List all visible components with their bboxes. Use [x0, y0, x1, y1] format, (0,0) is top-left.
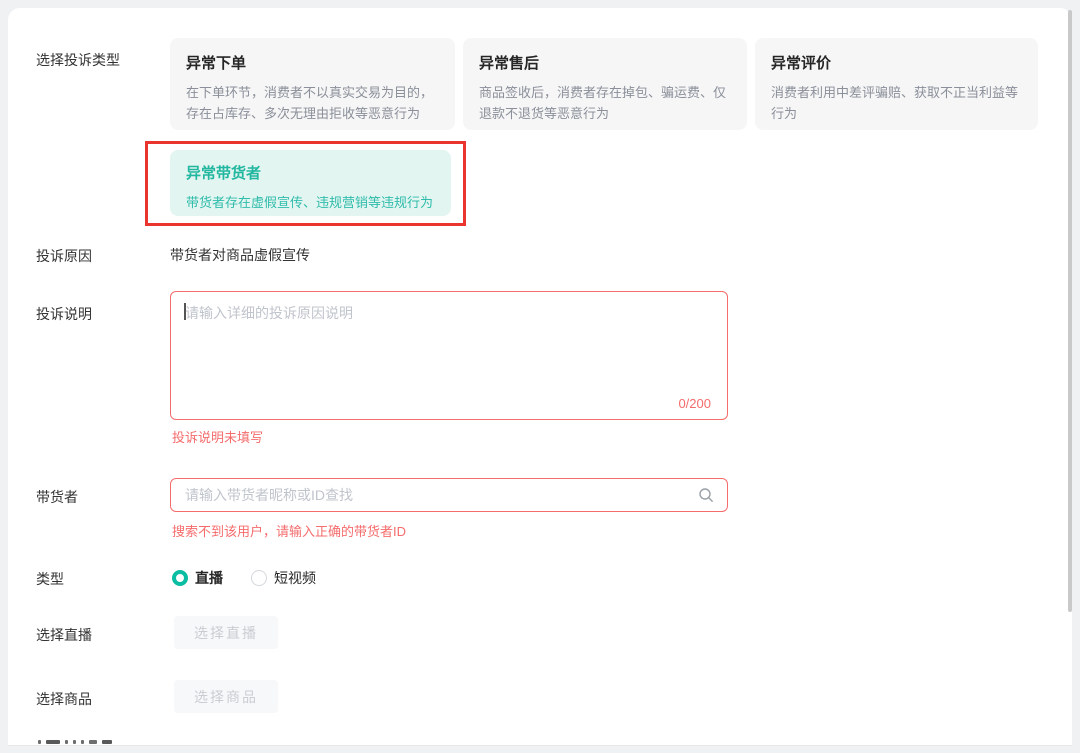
- type-radio-group: 直播 短视频: [172, 568, 316, 588]
- select-product-button[interactable]: 选择商品: [174, 680, 278, 713]
- complaint-type-label: 选择投诉类型: [36, 52, 120, 68]
- radio-label: 直播: [195, 570, 223, 586]
- text-caret: [184, 303, 186, 320]
- complaint-desc-textarea[interactable]: [171, 292, 727, 392]
- select-live-button[interactable]: 选择直播: [174, 616, 278, 649]
- card-title: 异常下单: [186, 55, 247, 72]
- promoter-search-input[interactable]: [171, 487, 698, 503]
- promoter-error: 搜索不到该用户，请输入正确的带货者ID: [172, 524, 407, 539]
- complaint-reason-label: 投诉原因: [36, 248, 92, 264]
- radio-label: 短视频: [274, 570, 316, 586]
- card-abnormal-aftersale[interactable]: 异常售后 商品签收后，消费者存在掉包、骗运费、仅退款不退货等恶意行为: [463, 38, 747, 130]
- complaint-desc-error: 投诉说明未填写: [172, 430, 264, 445]
- card-desc: 消费者利用中差评骗赔、获取不正当利益等行为: [771, 85, 1019, 121]
- complaint-desc-label: 投诉说明: [36, 306, 92, 322]
- type-label: 类型: [36, 571, 64, 587]
- select-product-label: 选择商品: [36, 691, 92, 707]
- clipped-next-row-fragment: [38, 740, 117, 744]
- radio-short-video[interactable]: 短视频: [251, 568, 316, 588]
- card-abnormal-review[interactable]: 异常评价 消费者利用中差评骗赔、获取不正当利益等行为: [755, 38, 1038, 130]
- complaint-desc-field: 0/200: [170, 291, 728, 420]
- promoter-search-field: [170, 478, 728, 512]
- complaint-reason-value: 带货者对商品虚假宣传: [170, 247, 310, 263]
- card-title: 异常带货者: [186, 165, 262, 182]
- search-icon[interactable]: [698, 487, 714, 503]
- char-counter: 0/200: [678, 396, 711, 411]
- radio-live[interactable]: 直播: [172, 568, 223, 588]
- card-title: 异常售后: [479, 55, 540, 72]
- card-abnormal-order[interactable]: 异常下单 在下单环节，消费者不以真实交易为目的，存在占库存、多次无理由拒收等恶意…: [170, 38, 455, 130]
- card-abnormal-promoter-selected[interactable]: 异常带货者 带货者存在虚假宣传、违规营销等违规行为: [170, 150, 451, 216]
- select-live-label: 选择直播: [36, 627, 92, 643]
- vertical-scrollbar-thumb[interactable]: [1068, 10, 1072, 612]
- radio-circle-checked-icon: [172, 570, 188, 586]
- complaint-form-page: 选择投诉类型 异常下单 在下单环节，消费者不以真实交易为目的，存在占库存、多次无…: [0, 0, 1080, 753]
- card-desc: 商品签收后，消费者存在掉包、骗运费、仅退款不退货等恶意行为: [479, 85, 727, 121]
- card-desc: 带货者存在虚假宣传、违规营销等违规行为: [186, 195, 434, 210]
- card-desc: 在下单环节，消费者不以真实交易为目的，存在占库存、多次无理由拒收等恶意行为: [186, 85, 434, 121]
- card-title: 异常评价: [771, 55, 832, 72]
- radio-circle-icon: [251, 570, 267, 586]
- promoter-label: 带货者: [36, 489, 78, 505]
